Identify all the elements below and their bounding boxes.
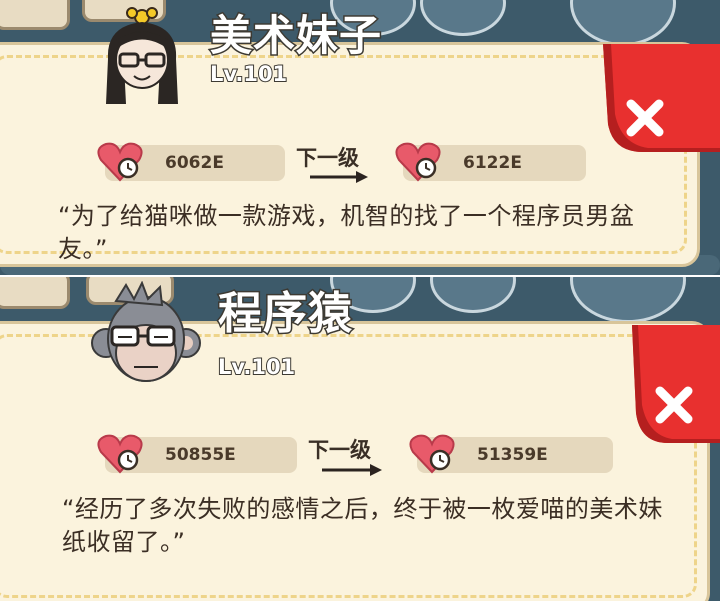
close-icon[interactable] xyxy=(603,44,720,152)
character-description: “为了给猫咪做一款游戏，机智的找了一个程序员男盆友。” xyxy=(58,202,635,263)
current-value: 6062E xyxy=(165,153,224,173)
background-plate xyxy=(430,277,516,313)
next-value: 51359E xyxy=(477,445,548,465)
current-value: 50855E xyxy=(165,445,236,465)
heart-clock-icon xyxy=(97,434,143,474)
arrow-right-icon xyxy=(310,171,368,183)
background-plate xyxy=(570,0,676,46)
close-icon[interactable] xyxy=(632,325,720,443)
character-name: 美术妹子 xyxy=(208,10,383,62)
character-description: “经历了多次失败的感情之后，终于被一枚爱喵的美术妹纸收留了。” xyxy=(62,495,663,556)
arrow-right-icon xyxy=(322,464,382,476)
background-plate xyxy=(570,277,686,323)
heart-clock-icon xyxy=(395,142,441,182)
character-name: 程序猿 xyxy=(217,287,354,341)
heart-clock-icon xyxy=(409,434,455,474)
next-value: 6122E xyxy=(463,153,522,173)
programmer-avatar xyxy=(91,281,201,382)
character-card-programmer: 程序猿 Lv.101 50855E 下一级 51359E “经历了多次失败的感情… xyxy=(0,277,720,601)
character-level: Lv.101 xyxy=(209,61,288,87)
background-plate xyxy=(420,0,506,36)
background-tab xyxy=(0,0,70,30)
character-level: Lv.101 xyxy=(217,354,296,380)
character-card-artist: 美术妹子 Lv.101 6062E 下一级 6122E “为了给猫咪做一款游戏，… xyxy=(0,0,720,275)
artist-avatar xyxy=(106,7,178,104)
next-level-label: 下一级 xyxy=(296,146,359,170)
background-tab xyxy=(0,277,70,309)
next-level-label: 下一级 xyxy=(308,438,371,462)
heart-clock-icon xyxy=(97,142,143,182)
